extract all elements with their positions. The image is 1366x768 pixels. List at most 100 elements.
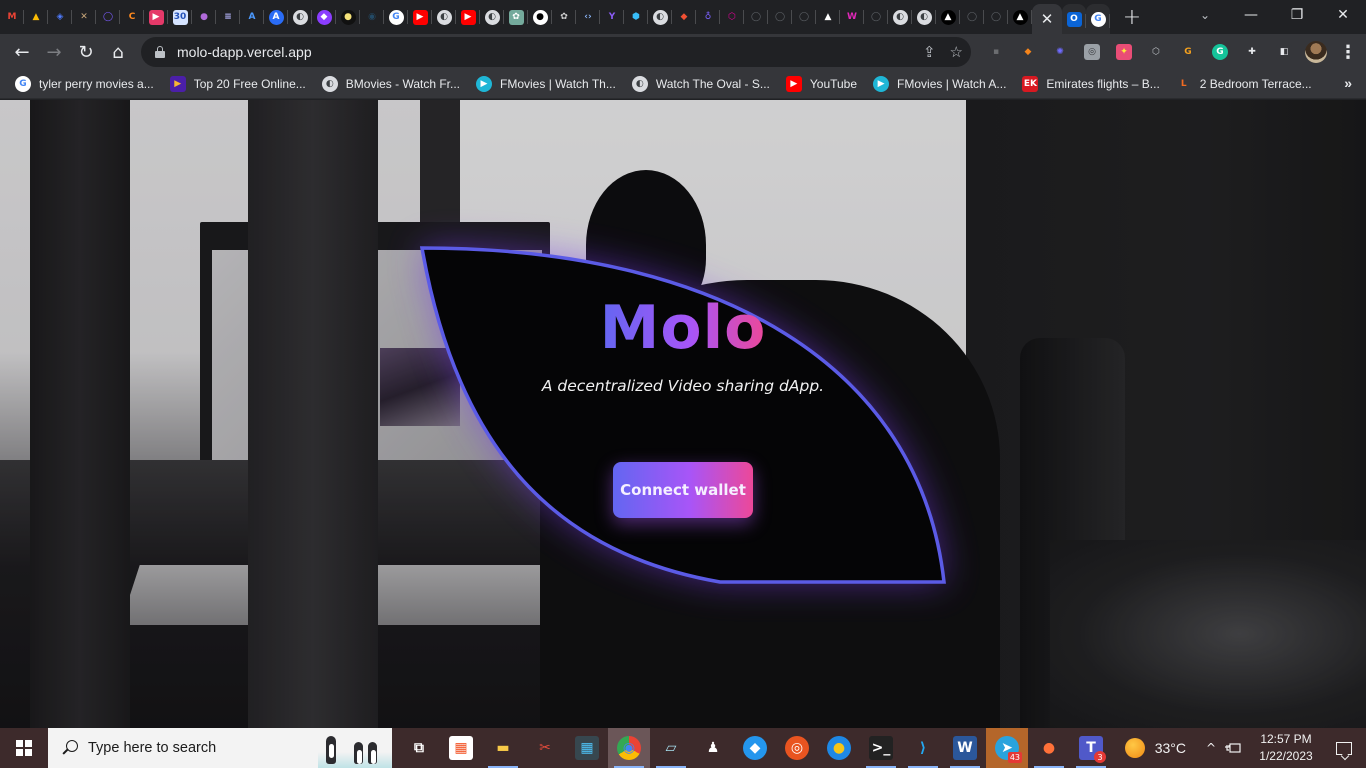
url-text[interactable]: molo-dapp.vercel.app xyxy=(177,44,312,60)
pinned-tab[interactable]: ◯ xyxy=(864,0,888,34)
more-bookmarks-button[interactable]: » xyxy=(1344,75,1352,91)
pinned-tab[interactable]: ◯ xyxy=(768,0,792,34)
minimize-button[interactable]: — xyxy=(1228,0,1274,30)
taskbar-app-notepad[interactable]: ▱ xyxy=(650,728,692,768)
pinned-tab[interactable]: ● xyxy=(192,0,216,34)
taskbar-app-word[interactable]: W xyxy=(944,728,986,768)
pinned-tab[interactable]: ● xyxy=(528,0,552,34)
bookmark-item[interactable]: ▶ FMovies | Watch Th... xyxy=(469,72,623,96)
taskbar-app-linux-tux[interactable]: ♟ xyxy=(692,728,734,768)
pinned-tab[interactable]: ▶ xyxy=(144,0,168,34)
tab-search-button[interactable]: ⌄ xyxy=(1182,0,1228,30)
weather-sun-icon[interactable] xyxy=(1124,738,1145,758)
pinned-tab[interactable]: A xyxy=(264,0,288,34)
reload-button[interactable]: ↻ xyxy=(70,36,102,68)
extension-button[interactable]: ◎ xyxy=(1076,36,1108,68)
extension-button[interactable]: ◆ xyxy=(1012,36,1044,68)
pinned-tab[interactable]: Y xyxy=(600,0,624,34)
taskbar-app-file-explorer[interactable]: ▬ xyxy=(482,728,524,768)
search-highlight-penguins[interactable] xyxy=(318,728,392,768)
clock[interactable]: 12:57 PM 1/22/2023 xyxy=(1250,731,1322,765)
bookmark-item[interactable]: L 2 Bedroom Terrace... xyxy=(1169,72,1319,96)
taskbar-app-chrome[interactable]: ◉ xyxy=(608,728,650,768)
pinned-tab[interactable]: ◉ xyxy=(360,0,384,34)
extension-button[interactable]: ✚ xyxy=(1236,36,1268,68)
lock-icon[interactable] xyxy=(155,46,165,58)
browser-menu-button[interactable]: ⋮ xyxy=(1332,36,1364,68)
taskbar-app-teams[interactable]: T3 xyxy=(1070,728,1112,768)
pinned-tab[interactable]: G xyxy=(1086,4,1110,34)
weather-temperature[interactable]: 33°C xyxy=(1155,740,1186,756)
pinned-tab[interactable]: ◐ xyxy=(288,0,312,34)
pinned-tab[interactable]: G xyxy=(384,0,408,34)
pinned-tab[interactable]: ♁ xyxy=(696,0,720,34)
pinned-tab[interactable]: ◐ xyxy=(432,0,456,34)
taskbar-app-terminal[interactable]: >_ xyxy=(860,728,902,768)
extension-button[interactable]: ✺ xyxy=(1044,36,1076,68)
taskbar-app-calculator[interactable]: ▦ xyxy=(566,728,608,768)
pinned-tab[interactable]: ✿ xyxy=(552,0,576,34)
taskbar-app-penguin-app[interactable]: ● xyxy=(818,728,860,768)
pinned-tab[interactable]: ◯ xyxy=(744,0,768,34)
taskbar-app-task-view[interactable]: ⧉ xyxy=(398,728,440,768)
bookmark-item[interactable]: ▶ Top 20 Free Online... xyxy=(163,72,313,96)
pinned-tab[interactable]: ▶ xyxy=(456,0,480,34)
battery-charging-icon[interactable] xyxy=(1222,728,1244,768)
extension-button[interactable]: ⬡ xyxy=(1140,36,1172,68)
taskbar-app-microsoft-store[interactable]: ▦ xyxy=(440,728,482,768)
pinned-tab[interactable]: A xyxy=(240,0,264,34)
pinned-tab[interactable]: W xyxy=(840,0,864,34)
notifications-button[interactable] xyxy=(1322,728,1366,768)
pinned-tab[interactable]: C xyxy=(120,0,144,34)
forward-button[interactable]: → xyxy=(38,36,70,68)
pinned-tab[interactable]: ✿ xyxy=(504,0,528,34)
new-tab-button[interactable]: + xyxy=(1118,3,1146,31)
taskbar-app-firefox[interactable]: ● xyxy=(1028,728,1070,768)
active-tab[interactable]: ✕ xyxy=(1032,4,1062,34)
taskbar-app-docker[interactable]: ◆ xyxy=(734,728,776,768)
pinned-tab[interactable]: ‹› xyxy=(576,0,600,34)
share-icon[interactable]: ⇪ xyxy=(923,43,936,61)
pinned-tab[interactable]: ▲ xyxy=(1008,0,1032,34)
pinned-tab[interactable]: ◯ xyxy=(96,0,120,34)
taskbar-app-telegram[interactable]: ➤ 43 xyxy=(986,728,1028,768)
pinned-tab[interactable]: ◯ xyxy=(960,0,984,34)
home-button[interactable]: ⌂ xyxy=(102,36,134,68)
taskbar-app-snipping-tool[interactable]: ✂ xyxy=(524,728,566,768)
bookmark-star-icon[interactable]: ☆ xyxy=(950,43,963,61)
bookmark-item[interactable]: ▶ YouTube xyxy=(779,72,864,96)
bookmark-item[interactable]: ◐ BMovies - Watch Fr... xyxy=(315,72,467,96)
pinned-tab[interactable]: ◐ xyxy=(888,0,912,34)
start-button[interactable] xyxy=(0,728,48,768)
pinned-tab[interactable]: ⬡ xyxy=(720,0,744,34)
back-button[interactable]: ← xyxy=(6,36,38,68)
extension-button[interactable]: ✦ xyxy=(1108,36,1140,68)
pinned-tab[interactable]: ▲ xyxy=(816,0,840,34)
pinned-tab[interactable]: ✕ xyxy=(72,0,96,34)
pinned-tab[interactable]: M xyxy=(0,0,24,34)
pinned-tab[interactable]: ▲ xyxy=(24,0,48,34)
taskbar-app-vscode[interactable]: ⟩ xyxy=(902,728,944,768)
pinned-tab[interactable]: ⬢ xyxy=(624,0,648,34)
pinned-tab[interactable]: ◐ xyxy=(648,0,672,34)
pinned-tab[interactable]: ● xyxy=(336,0,360,34)
bookmark-item[interactable]: EK Emirates flights – B... xyxy=(1015,72,1166,96)
extension-button[interactable]: ◧ xyxy=(1268,36,1300,68)
bookmark-item[interactable]: Gtyler perry movies a... xyxy=(8,72,161,96)
extension-button[interactable]: G xyxy=(1172,36,1204,68)
pinned-tab[interactable]: ▶ xyxy=(408,0,432,34)
taskbar-app-ubuntu[interactable]: ◎ xyxy=(776,728,818,768)
extension-button[interactable]: ▪ xyxy=(980,36,1012,68)
pinned-tab[interactable]: ◯ xyxy=(792,0,816,34)
extension-button[interactable]: G xyxy=(1204,36,1236,68)
close-window-button[interactable]: ✕ xyxy=(1320,0,1366,30)
pinned-tab[interactable]: ≡ xyxy=(216,0,240,34)
pinned-tab[interactable]: ◆ xyxy=(672,0,696,34)
restore-button[interactable]: ❐ xyxy=(1274,0,1320,30)
pinned-tab[interactable]: ◆ xyxy=(312,0,336,34)
bookmark-item[interactable]: ◐ Watch The Oval - S... xyxy=(625,72,777,96)
profile-button[interactable] xyxy=(1300,36,1332,68)
pinned-tab[interactable]: ◯ xyxy=(984,0,1008,34)
pinned-tab[interactable]: 30 xyxy=(168,0,192,34)
pinned-tab[interactable]: ◈ xyxy=(48,0,72,34)
